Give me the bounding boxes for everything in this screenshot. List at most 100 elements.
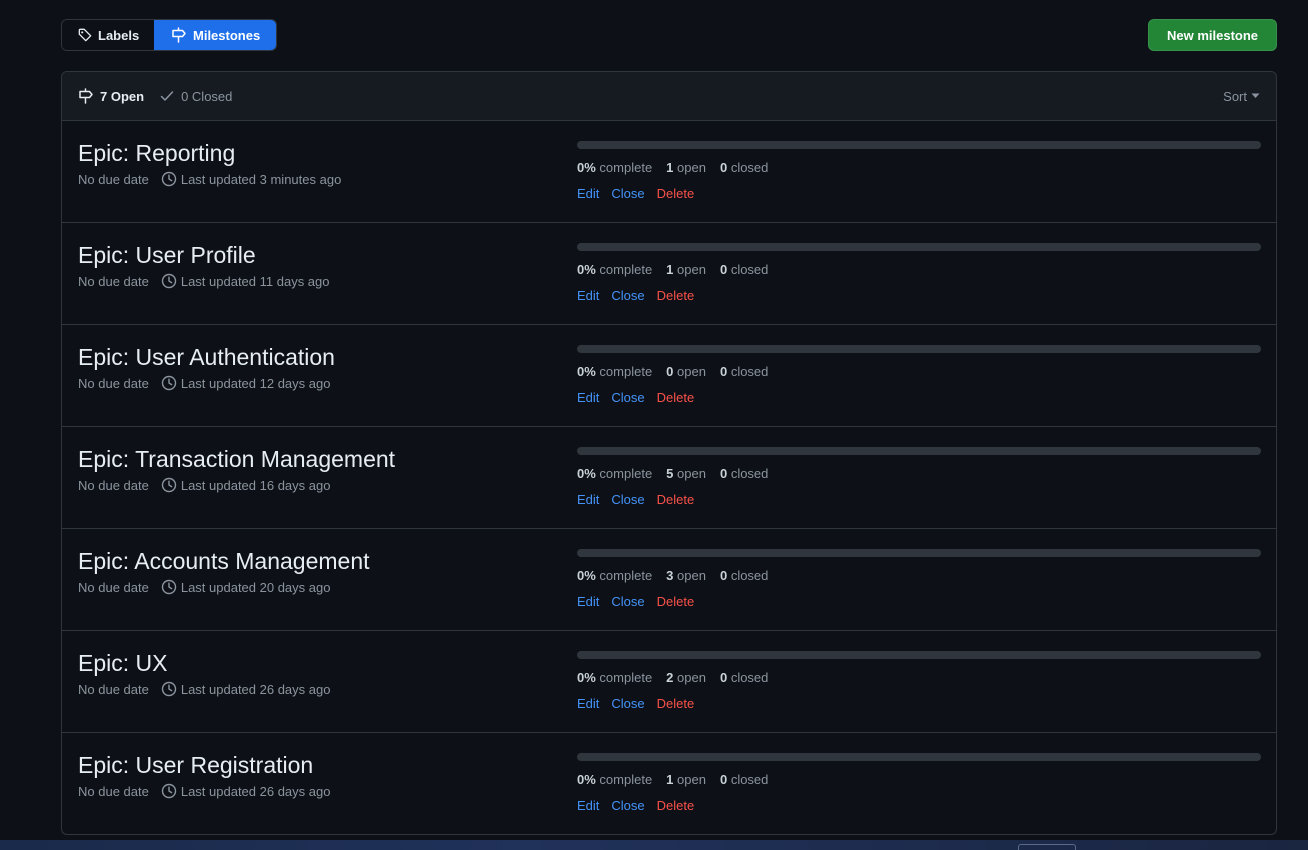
milestone-percent-word: complete (599, 670, 653, 685)
delete-milestone-link[interactable]: Delete (657, 798, 695, 813)
milestone-percent-value: 0% (577, 466, 596, 481)
milestone-info: Epic: Transaction Management No due date… (78, 445, 395, 493)
milestone-meta: No due date Last updated 20 days ago (78, 579, 370, 595)
milestone-title[interactable]: Epic: User Authentication (78, 343, 335, 371)
milestone-stats: 0% complete 1 open 0 closed (577, 262, 1261, 277)
milestone-info: Epic: User Profile No due date Last upda… (78, 241, 330, 289)
milestone-percent-word: complete (599, 772, 653, 787)
milestone-percent-value: 0% (577, 262, 596, 277)
clock-icon (161, 171, 177, 187)
milestone-due-date: No due date (78, 171, 149, 187)
closed-filter-link[interactable]: 0 Closed (159, 88, 232, 104)
labels-tab[interactable]: Labels (62, 20, 154, 50)
open-filter-link[interactable]: 7 Open (78, 88, 144, 104)
sort-dropdown[interactable]: Sort (1223, 72, 1260, 120)
edit-milestone-link[interactable]: Edit (577, 492, 599, 507)
milestones-list-box: 7 Open 0 Closed Sort Epic: Reporting No … (61, 71, 1277, 835)
milestone-percent-value: 0% (577, 772, 596, 787)
milestone-percent: 0% complete (577, 160, 652, 175)
milestone-progress-area: 0% complete 2 open 0 closed Edit Close D… (577, 651, 1261, 711)
milestone-updated: Last updated 3 minutes ago (161, 171, 341, 187)
milestone-updated-text: Last updated 3 minutes ago (180, 171, 342, 187)
milestone-actions: Edit Close Delete (577, 390, 1261, 405)
milestone-info: Epic: Accounts Management No due date La… (78, 547, 370, 595)
milestones-tab-label: Milestones (193, 27, 261, 43)
close-milestone-link[interactable]: Close (611, 492, 644, 507)
milestone-updated-text: Last updated 20 days ago (180, 579, 331, 595)
milestone-open-word: open (677, 262, 706, 277)
edit-milestone-link[interactable]: Edit (577, 594, 599, 609)
edit-milestone-link[interactable]: Edit (577, 696, 599, 711)
delete-milestone-link[interactable]: Delete (657, 186, 695, 201)
milestone-actions: Edit Close Delete (577, 798, 1261, 813)
milestone-closed-word: closed (730, 160, 769, 175)
taskbar-edge (0, 840, 1308, 850)
milestone-row: Epic: Accounts Management No due date La… (62, 529, 1276, 631)
milestone-updated: Last updated 12 days ago (161, 375, 330, 391)
milestone-open-word: open (677, 670, 706, 685)
milestone-title[interactable]: Epic: Reporting (78, 139, 341, 167)
milestone-closed-word: closed (730, 568, 769, 583)
milestone-closed-word: closed (730, 364, 769, 379)
open-count-label: 7 Open (100, 88, 145, 104)
milestone-title[interactable]: Epic: Accounts Management (78, 547, 370, 575)
close-milestone-link[interactable]: Close (611, 288, 644, 303)
milestone-percent: 0% complete (577, 568, 652, 583)
milestone-percent-word: complete (599, 262, 653, 277)
milestone-progress-bar (577, 345, 1261, 353)
delete-milestone-link[interactable]: Delete (657, 390, 695, 405)
milestone-progress-area: 0% complete 1 open 0 closed Edit Close D… (577, 243, 1261, 303)
milestone-updated: Last updated 20 days ago (161, 579, 331, 595)
edit-milestone-link[interactable]: Edit (577, 186, 599, 201)
milestone-actions: Edit Close Delete (577, 696, 1261, 711)
milestone-info: Epic: User Registration No due date Last… (78, 751, 330, 799)
milestone-open: 0 open (666, 364, 706, 379)
delete-milestone-link[interactable]: Delete (657, 594, 695, 609)
milestone-closed: 0 closed (720, 364, 768, 379)
close-milestone-link[interactable]: Close (611, 696, 644, 711)
milestone-closed-count: 0 (719, 772, 728, 787)
close-milestone-link[interactable]: Close (611, 798, 644, 813)
milestone-progress-bar (577, 141, 1261, 149)
milestone-title[interactable]: Epic: User Registration (78, 751, 330, 779)
milestone-open: 2 open (666, 670, 706, 685)
milestone-open: 1 open (666, 772, 706, 787)
milestone-title[interactable]: Epic: UX (78, 649, 330, 677)
delete-milestone-link[interactable]: Delete (657, 696, 695, 711)
milestone-percent-word: complete (599, 160, 653, 175)
milestone-percent-value: 0% (577, 160, 596, 175)
milestone-open-word: open (677, 568, 706, 583)
milestone-percent: 0% complete (577, 772, 652, 787)
milestone-closed-word: closed (730, 262, 769, 277)
milestones-tab[interactable]: Milestones (154, 20, 276, 50)
milestone-open-count: 5 (666, 466, 674, 481)
milestone-actions: Edit Close Delete (577, 288, 1261, 303)
milestone-progress-area: 0% complete 1 open 0 closed Edit Close D… (577, 141, 1261, 201)
delete-milestone-link[interactable]: Delete (657, 288, 695, 303)
new-milestone-button[interactable]: New milestone (1148, 19, 1277, 51)
milestone-updated: Last updated 26 days ago (161, 681, 330, 697)
edit-milestone-link[interactable]: Edit (577, 288, 599, 303)
milestone-title[interactable]: Epic: User Profile (78, 241, 330, 269)
milestone-title[interactable]: Epic: Transaction Management (78, 445, 395, 473)
milestone-percent: 0% complete (577, 262, 652, 277)
milestone-progress-area: 0% complete 5 open 0 closed Edit Close D… (577, 447, 1261, 507)
edit-milestone-link[interactable]: Edit (577, 390, 599, 405)
milestone-percent-word: complete (599, 466, 653, 481)
milestone-closed: 0 closed (720, 262, 768, 277)
milestone-meta: No due date Last updated 26 days ago (78, 681, 330, 697)
milestone-due-date: No due date (78, 783, 149, 799)
close-milestone-link[interactable]: Close (611, 594, 644, 609)
milestone-open-count: 0 (666, 364, 674, 379)
milestones-list: Epic: Reporting No due date Last updated… (62, 121, 1276, 834)
delete-milestone-link[interactable]: Delete (657, 492, 695, 507)
milestones-list-header: 7 Open 0 Closed Sort (62, 72, 1276, 121)
milestone-open-word: open (677, 772, 706, 787)
milestone-open-count: 1 (666, 262, 674, 277)
edit-milestone-link[interactable]: Edit (577, 798, 599, 813)
milestone-stats: 0% complete 0 open 0 closed (577, 364, 1261, 379)
close-milestone-link[interactable]: Close (611, 186, 644, 201)
close-milestone-link[interactable]: Close (611, 390, 644, 405)
milestone-info: Epic: UX No due date Last updated 26 day… (78, 649, 330, 697)
milestone-updated: Last updated 26 days ago (161, 783, 330, 799)
